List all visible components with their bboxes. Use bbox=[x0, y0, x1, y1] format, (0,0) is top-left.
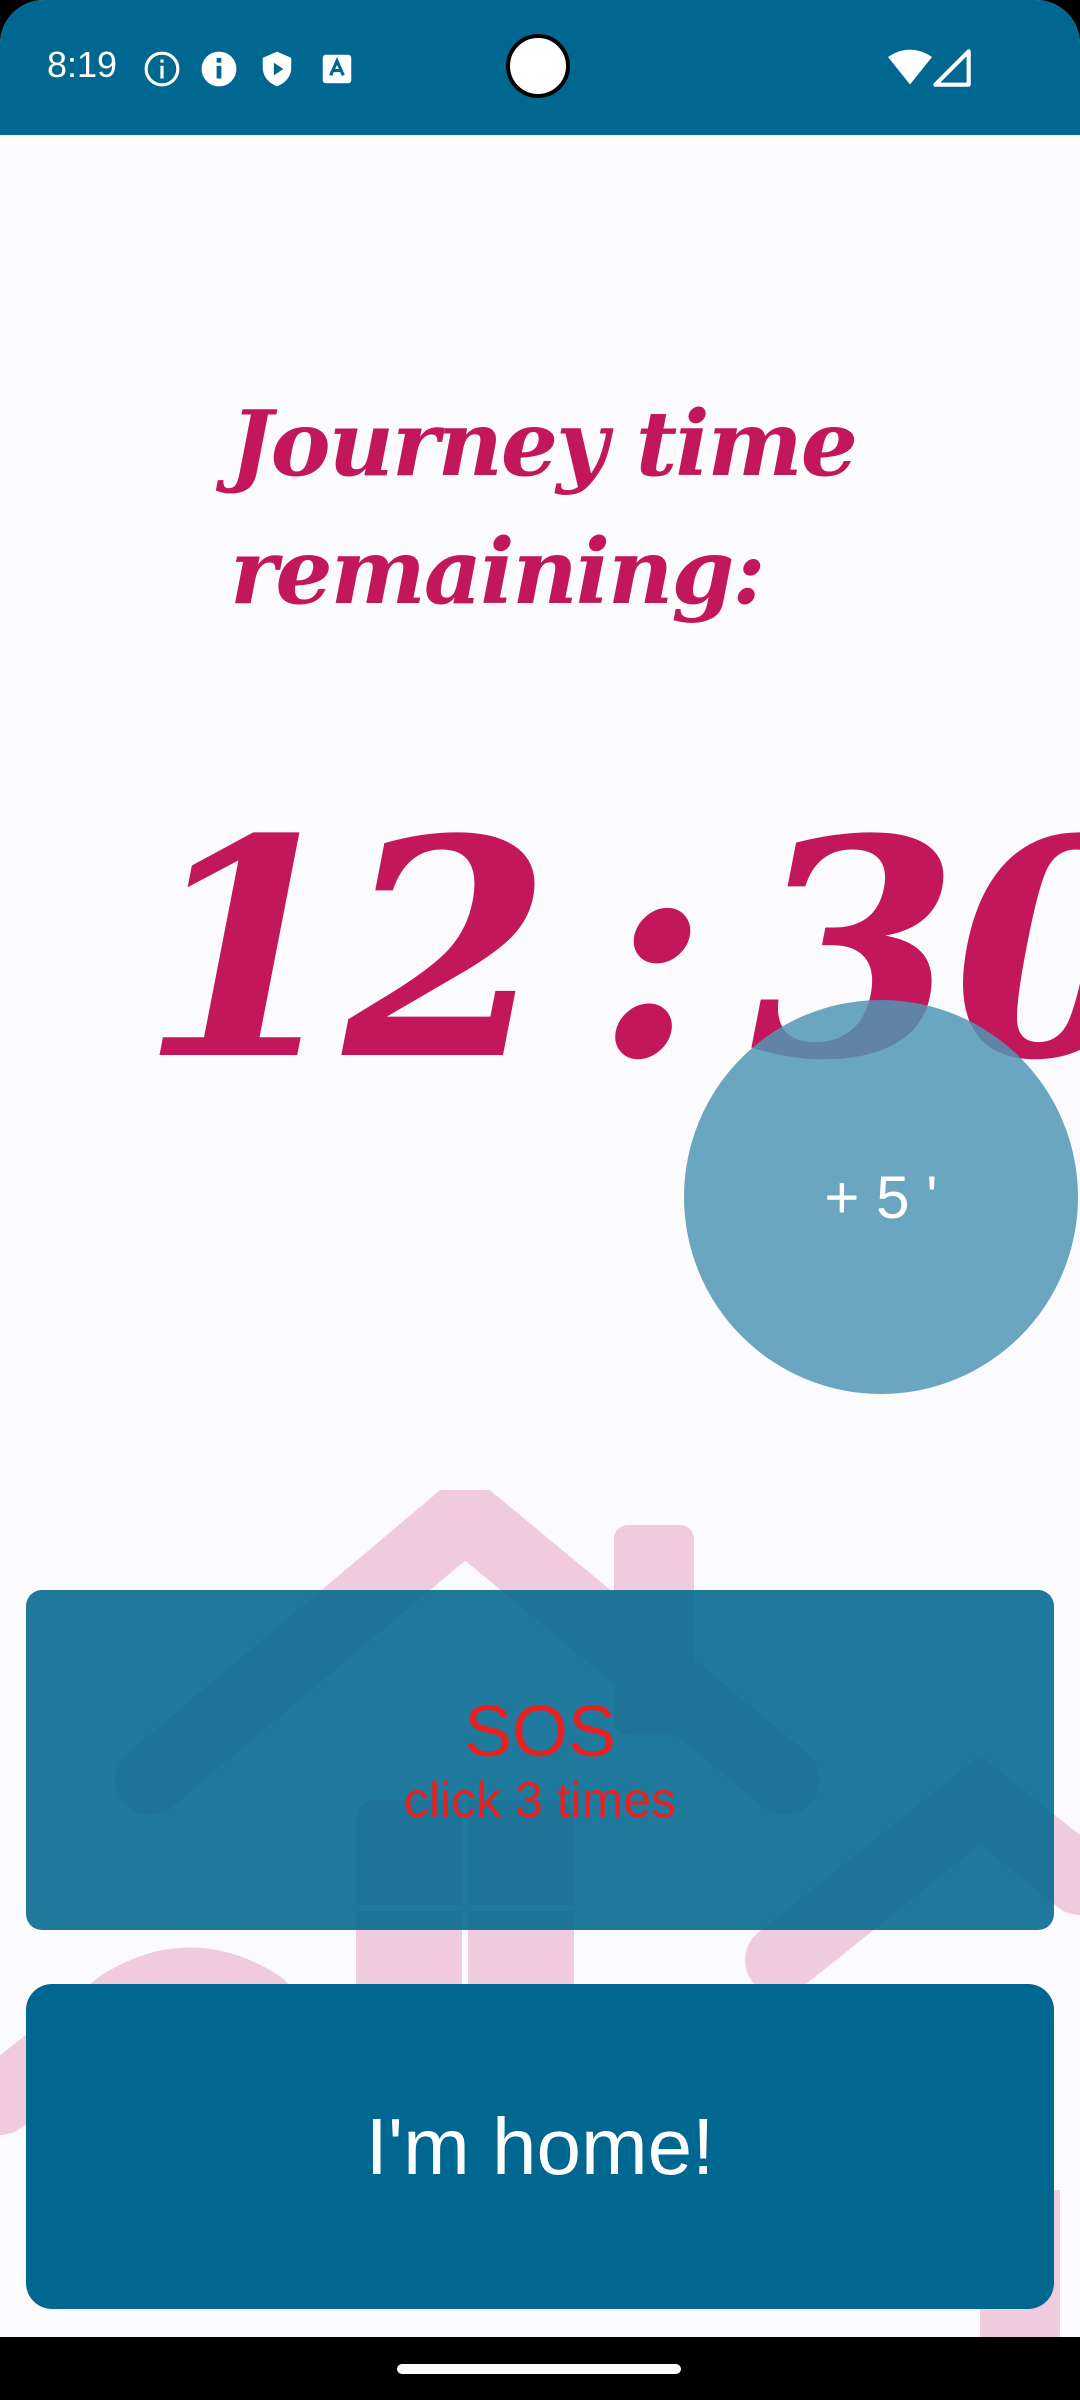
title-line-1: Journey time bbox=[230, 391, 858, 497]
signal-icon bbox=[933, 49, 971, 87]
app-screen: 8:19 Journey time remaining: 12:3 + 5 ' … bbox=[0, 0, 1080, 2337]
sos-label: SOS bbox=[463, 1692, 617, 1772]
title-line-2: remaining: bbox=[230, 519, 766, 625]
add-five-minutes-button[interactable]: + 5 ' bbox=[684, 1000, 1078, 1394]
sos-sublabel: click 3 times bbox=[403, 1772, 677, 1828]
translate-icon bbox=[322, 54, 352, 84]
info-filled-icon bbox=[201, 51, 237, 87]
timer-separator: : bbox=[597, 773, 708, 1126]
info-icon bbox=[144, 51, 180, 87]
sos-button[interactable]: SOS click 3 times bbox=[26, 1590, 1054, 1930]
add-time-label: + 5 ' bbox=[824, 1163, 938, 1231]
status-bar: 8:19 bbox=[0, 0, 1080, 135]
home-label: I'm home! bbox=[365, 2101, 715, 2191]
camera-cutout bbox=[506, 34, 570, 98]
status-time: 8:19 bbox=[47, 44, 118, 85]
page-title: Journey time remaining: bbox=[230, 380, 870, 636]
timer-minutes: 12 bbox=[140, 773, 551, 1126]
wifi-icon bbox=[888, 49, 932, 85]
play-shield-icon bbox=[262, 51, 292, 87]
navigation-handle[interactable] bbox=[397, 2364, 681, 2374]
im-home-button[interactable]: I'm home! bbox=[26, 1984, 1054, 2309]
